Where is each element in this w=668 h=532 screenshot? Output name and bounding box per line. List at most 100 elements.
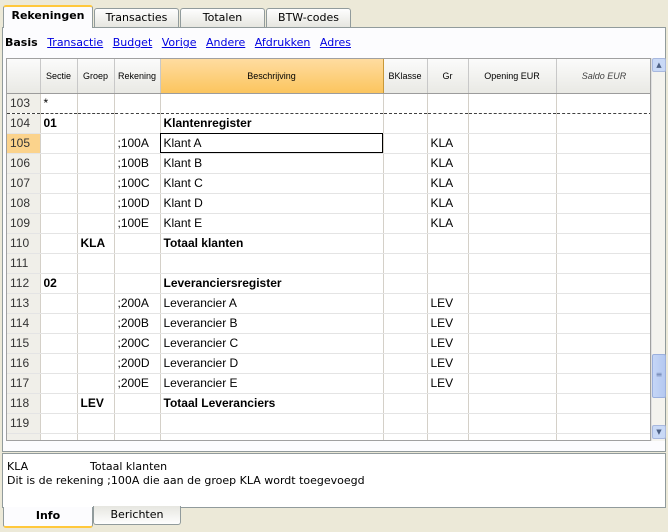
cell-saldo[interactable] xyxy=(556,273,650,294)
cell-beschr[interactable]: Leverancier C xyxy=(160,333,384,354)
cell-rekening[interactable] xyxy=(114,113,161,134)
cell-saldo[interactable] xyxy=(556,213,650,234)
cell-bklasse[interactable] xyxy=(383,313,428,334)
row-number[interactable]: 113 xyxy=(7,293,41,314)
cell-bklasse[interactable] xyxy=(383,153,428,174)
cell-saldo[interactable] xyxy=(556,373,650,394)
cell-groep[interactable]: KLA xyxy=(77,233,115,254)
table-row[interactable]: 106 ;100B Klant B KLA xyxy=(7,153,650,174)
cell-rekening[interactable]: ;200A xyxy=(114,293,161,314)
col-bklasse[interactable]: BKlasse xyxy=(383,59,428,94)
cell-beschr[interactable]: Klant D xyxy=(160,193,384,214)
cell-rekening[interactable]: ;200E xyxy=(114,373,161,394)
cell-beschr[interactable]: Klant B xyxy=(160,153,384,174)
cell-rekening[interactable]: ;100A xyxy=(114,133,161,154)
col-opening-eur[interactable]: Opening EUR xyxy=(468,59,557,94)
cell-sectie[interactable] xyxy=(40,233,78,254)
view-andere[interactable]: Andere xyxy=(206,36,245,49)
tab-btw-codes[interactable]: BTW-codes xyxy=(266,8,351,27)
row-number[interactable]: 115 xyxy=(7,333,41,354)
cell-sectie[interactable] xyxy=(40,253,78,274)
cell-saldo[interactable] xyxy=(556,393,650,414)
cell-rekening[interactable] xyxy=(114,253,161,274)
cell-beschr[interactable]: Leverancier D xyxy=(160,353,384,374)
cell-gr[interactable]: KLA xyxy=(427,153,469,174)
cell-groep[interactable] xyxy=(77,433,115,440)
cell-opening[interactable] xyxy=(468,213,557,234)
cell-bklasse[interactable] xyxy=(383,133,428,154)
row-number[interactable]: 114 xyxy=(7,313,41,334)
row-number[interactable]: 105 xyxy=(7,133,41,154)
cell-saldo[interactable] xyxy=(556,433,650,440)
view-transactie[interactable]: Transactie xyxy=(47,36,103,49)
table-row[interactable] xyxy=(7,433,650,440)
cell-bklasse[interactable] xyxy=(383,233,428,254)
table-row[interactable]: 118 LEV Totaal Leveranciers xyxy=(7,393,650,414)
cell-opening[interactable] xyxy=(468,153,557,174)
row-number[interactable]: 118 xyxy=(7,393,41,414)
cell-sectie[interactable] xyxy=(40,373,78,394)
cell-gr[interactable] xyxy=(427,233,469,254)
cell-saldo[interactable] xyxy=(556,333,650,354)
row-number[interactable]: 111 xyxy=(7,253,41,274)
cell-sectie[interactable] xyxy=(40,333,78,354)
cell-saldo[interactable] xyxy=(556,193,650,214)
cell-beschr[interactable]: Leverancier E xyxy=(160,373,384,394)
view-adres[interactable]: Adres xyxy=(320,36,351,49)
cell-gr[interactable] xyxy=(427,273,469,294)
cell-groep[interactable] xyxy=(77,373,115,394)
cell-gr[interactable]: LEV xyxy=(427,313,469,334)
cell-opening[interactable] xyxy=(468,413,557,434)
cell-gr[interactable]: LEV xyxy=(427,353,469,374)
cell-gr[interactable]: LEV xyxy=(427,373,469,394)
cell-bklasse[interactable] xyxy=(383,353,428,374)
cell-bklasse[interactable] xyxy=(383,253,428,274)
cell-bklasse[interactable] xyxy=(383,273,428,294)
cell-saldo[interactable] xyxy=(556,93,650,114)
tab-info[interactable]: Info xyxy=(3,507,93,528)
cell-gr[interactable] xyxy=(427,433,469,440)
cell-sectie[interactable] xyxy=(40,393,78,414)
cell-rekening[interactable] xyxy=(114,393,161,414)
cell-groep[interactable] xyxy=(77,353,115,374)
cell-groep[interactable] xyxy=(77,193,115,214)
cell-sectie[interactable] xyxy=(40,213,78,234)
cell-beschr[interactable] xyxy=(160,93,384,114)
row-number[interactable]: 112 xyxy=(7,273,41,294)
cell-beschr[interactable]: Klant E xyxy=(160,213,384,234)
cell-opening[interactable] xyxy=(468,353,557,374)
col-sectie[interactable]: Sectie xyxy=(40,59,78,94)
table-row[interactable]: 107 ;100C Klant C KLA xyxy=(7,173,650,194)
cell-saldo[interactable] xyxy=(556,313,650,334)
cell-rekening[interactable] xyxy=(114,93,161,114)
table-row[interactable]: 104 01 Klantenregister xyxy=(7,113,650,134)
row-number[interactable]: 119 xyxy=(7,413,41,434)
cell-saldo[interactable] xyxy=(556,233,650,254)
cell-sectie[interactable] xyxy=(40,353,78,374)
cell-beschr[interactable]: Totaal Leveranciers xyxy=(160,393,384,414)
row-number[interactable]: 107 xyxy=(7,173,41,194)
cell-sectie[interactable] xyxy=(40,193,78,214)
table-row[interactable]: 115 ;200C Leverancier C LEV xyxy=(7,333,650,354)
cell-rekening[interactable] xyxy=(114,273,161,294)
row-number[interactable]: 110 xyxy=(7,233,41,254)
cell-saldo[interactable] xyxy=(556,253,650,274)
tab-berichten[interactable]: Berichten xyxy=(93,506,181,525)
cell-gr[interactable]: KLA xyxy=(427,173,469,194)
cell-beschr[interactable] xyxy=(160,433,384,440)
cell-sectie[interactable]: * xyxy=(40,93,78,114)
cell-gr[interactable] xyxy=(427,253,469,274)
cell-saldo[interactable] xyxy=(556,113,650,134)
cell-opening[interactable] xyxy=(468,313,557,334)
cell-gr[interactable]: LEV xyxy=(427,293,469,314)
cell-beschr[interactable] xyxy=(160,413,384,434)
row-number[interactable]: 103 xyxy=(7,93,41,114)
cell-sectie[interactable] xyxy=(40,293,78,314)
view-basis[interactable]: Basis xyxy=(5,36,38,49)
table-row[interactable]: 103 * xyxy=(7,93,650,114)
cell-beschr[interactable]: Leverancier B xyxy=(160,313,384,334)
cell-gr[interactable]: KLA xyxy=(427,213,469,234)
cell-groep[interactable] xyxy=(77,213,115,234)
tab-rekeningen[interactable]: Rekeningen xyxy=(3,5,93,28)
col-groep[interactable]: Groep xyxy=(77,59,115,94)
